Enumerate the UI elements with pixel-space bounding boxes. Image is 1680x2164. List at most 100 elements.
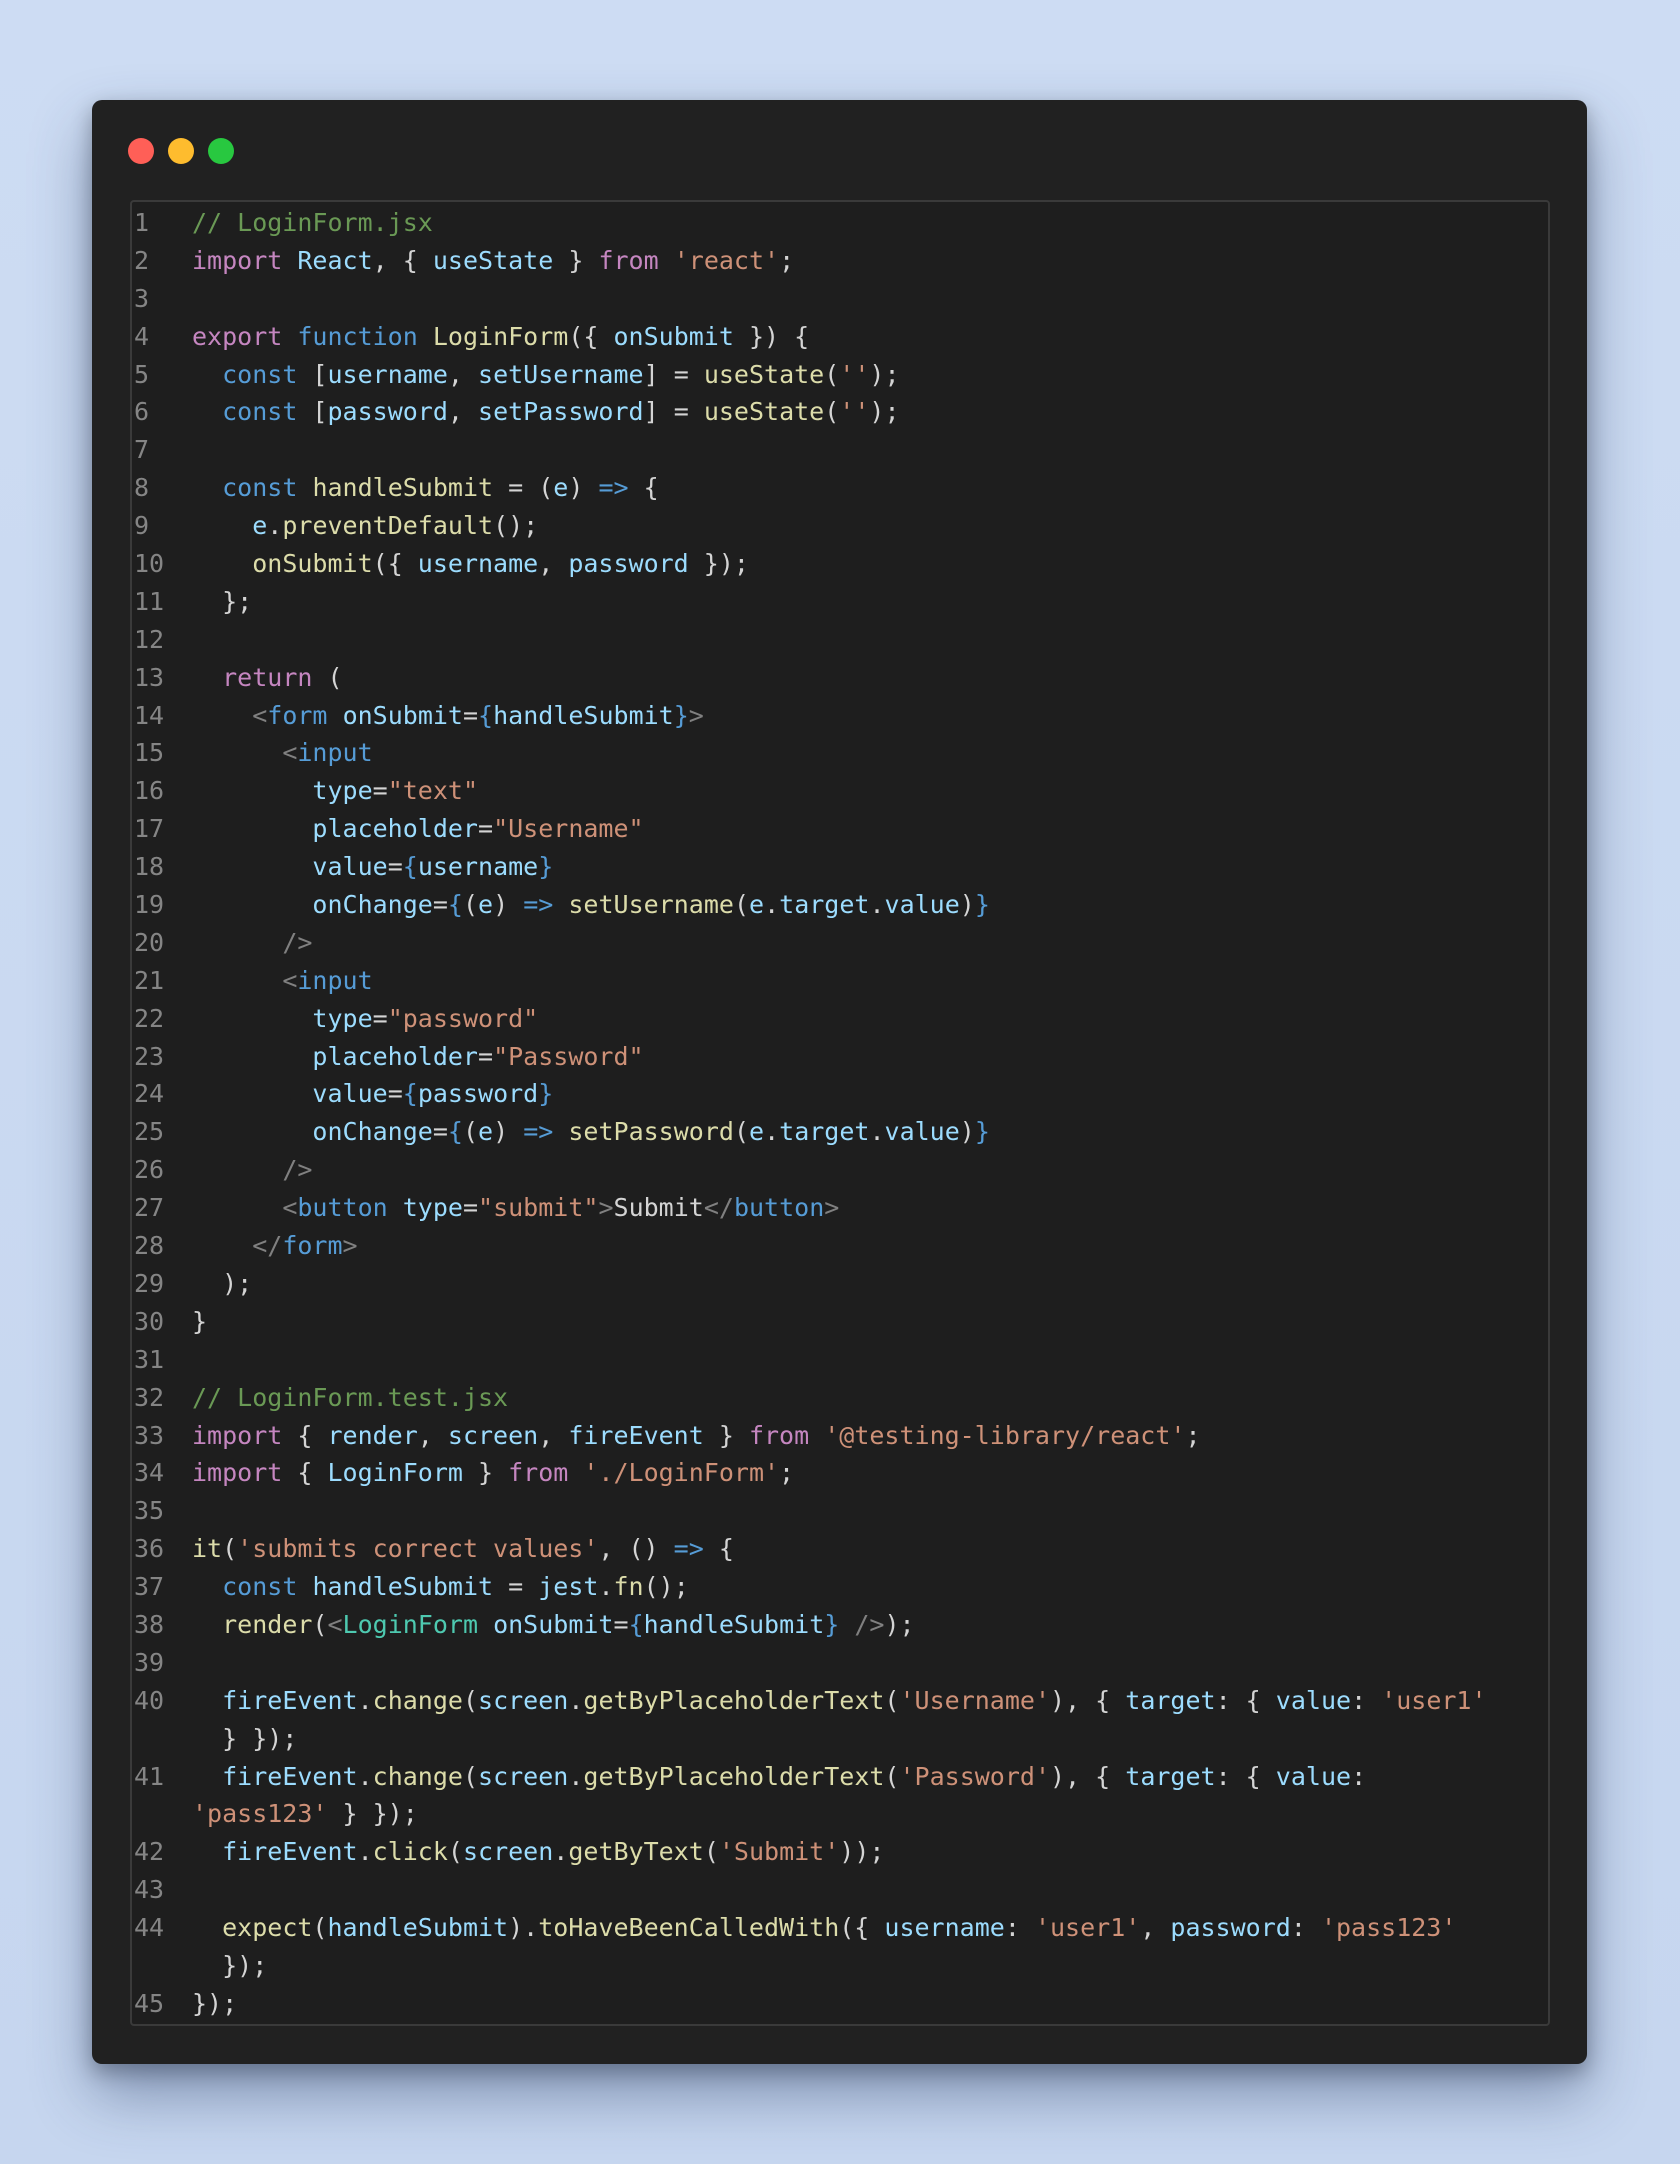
code-token: > [598,1193,614,1223]
line-text: fireEvent.click(screen.getByText('Submit… [192,1833,1548,1871]
code-token: change [372,1761,463,1791]
code-token: /> [282,927,313,957]
code-token: e [478,890,494,920]
code-token: , [538,549,569,579]
code-token: change [372,1685,463,1715]
code-line: 39 [132,1644,1548,1682]
code-token: ); [869,397,900,427]
line-text: <input [192,734,1548,772]
code-token: onChange [312,1117,433,1147]
code-line: 5 const [username, setUsername] = useSta… [132,356,1548,394]
line-number: 3 [134,283,150,313]
code-token: ) [959,890,975,920]
code-token: ( [447,1837,463,1867]
code-line: 2 import React, { useState } from 'react'… [132,242,1548,280]
code-token: , { [372,245,433,275]
code-token: : [1290,1913,1321,1943]
line-text: import React, { useState } from 'react'; [192,242,1548,280]
code-token: ). [508,1913,539,1943]
code-token: from [508,1458,569,1488]
code-token: form [267,700,328,730]
line-text: fireEvent.change(screen.getByPlaceholder… [192,1682,1548,1720]
code-token: // LoginForm.test.jsx [192,1382,509,1412]
code-token: LoginForm [432,321,569,351]
line-number: 14 [134,700,165,730]
maximize-dot-icon[interactable] [208,138,234,164]
code-token: const [222,1572,298,1602]
line-text: return ( [192,659,1548,697]
code-token: ({ [568,321,614,351]
code-token: getByText [568,1837,704,1867]
code-token: handleSubmit [643,1609,825,1639]
code-token: getByPlaceholderText [583,1761,885,1791]
code-token: React [297,245,373,275]
code-token: . [568,1761,584,1791]
minimize-dot-icon[interactable] [168,138,194,164]
code-token: { [478,700,494,730]
code-token: > [342,1231,358,1261]
code-token: import [192,245,283,275]
code-line: 21 <input [132,962,1548,1000]
code-token: < [327,1609,343,1639]
code-token: from [598,245,659,275]
code-token: const [222,397,298,427]
code-token: ({ [839,1913,885,1943]
line-text: onSubmit({ username, password }); [192,545,1548,583]
line-text: import { render, screen, fireEvent } fro… [192,1417,1548,1455]
code-token: password [327,397,448,427]
line-number: 12 [134,624,165,654]
code-token: handleSubmit [493,700,674,730]
line-number: 37 [134,1572,165,1602]
code-token: "submit" [478,1193,599,1223]
code-line: 'pass123' } }); [132,1795,1548,1833]
line-text: fireEvent.change(screen.getByPlaceholder… [192,1758,1548,1796]
line-number: 24 [134,1079,165,1109]
code-token: onSubmit [613,321,734,351]
code-token: . [357,1685,373,1715]
code-line: 20 /> [132,924,1548,962]
code-token: ( [824,359,840,389]
line-number: 44 [134,1913,165,1943]
line-text: value={username} [192,848,1548,886]
code-token: < [252,700,268,730]
code-token: LoginForm [327,1458,463,1488]
code-token: . [764,890,780,920]
code-token: = [478,814,494,844]
code-token: screen [478,1685,569,1715]
line-number: 17 [134,814,165,844]
code-token: './LoginForm' [583,1458,780,1488]
code-token: : { [1215,1761,1276,1791]
code-token: . [869,1117,885,1147]
code-token: from [748,1420,810,1450]
code-token: ; [779,1458,795,1488]
code-token: fireEvent [222,1685,358,1715]
line-number: 18 [134,852,165,882]
close-dot-icon[interactable] [128,138,154,164]
code-token: } }); [327,1799,418,1829]
line-number: 41 [134,1761,165,1791]
code-line: 1 // LoginForm.jsx [132,204,1548,242]
code-line: 37 const handleSubmit = jest.fn(); [132,1568,1548,1606]
code-token: = [493,1572,539,1602]
line-number: 11 [134,586,165,616]
code-token: target [779,1117,870,1147]
code-line: 10 onSubmit({ username, password }); [132,545,1548,583]
code-token: = [387,1079,403,1109]
code-editor[interactable]: 1 // LoginForm.jsx 2 import React, { useSta… [130,200,1550,2026]
code-token: setUsername [478,359,644,389]
code-token: e [478,1117,494,1147]
